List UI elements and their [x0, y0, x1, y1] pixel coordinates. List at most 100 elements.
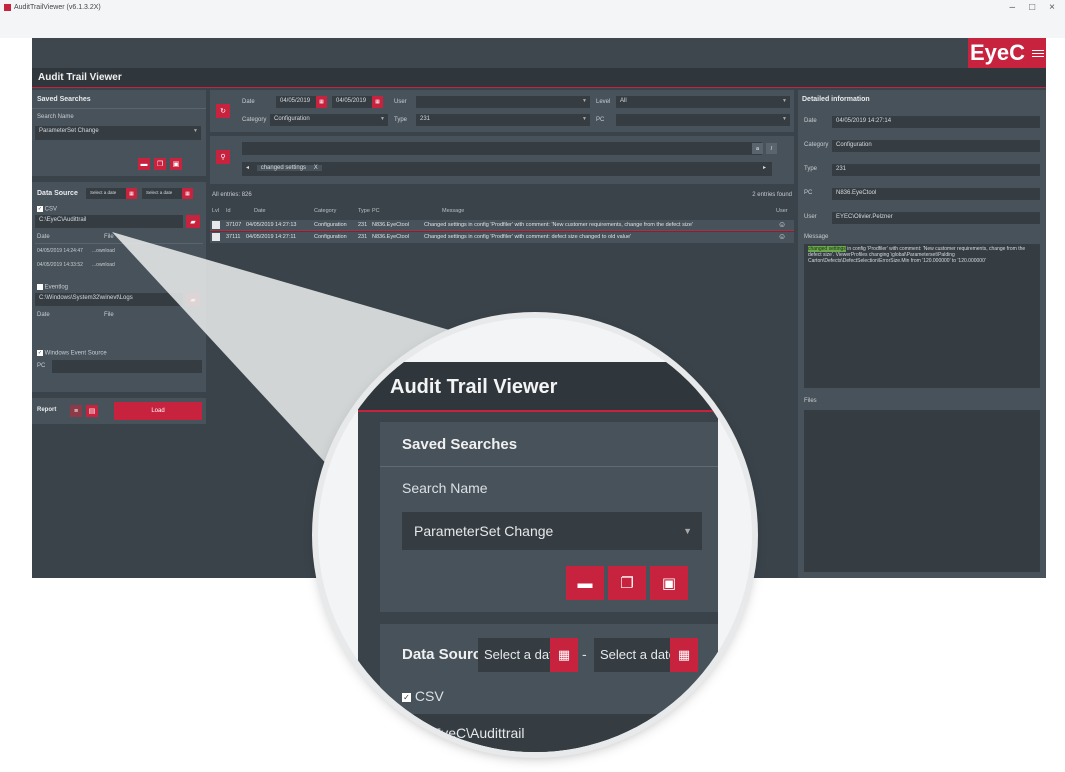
pc-select[interactable]: ▼ [616, 114, 790, 126]
date-to-input[interactable]: Select a date [142, 188, 182, 199]
copy-icon: ❐ [156, 161, 164, 168]
date-to-calendar-button[interactable]: ▦ [372, 96, 383, 108]
column-id[interactable]: Id [226, 208, 231, 214]
list-icon: ≡ [73, 407, 79, 415]
row-date: 04/05/2019 14:27:11 [246, 234, 297, 240]
app-icon [4, 4, 11, 11]
zoomed-date-from-input[interactable]: Select a date ▦ [478, 638, 578, 672]
refresh-button[interactable]: ↻ [216, 104, 230, 118]
chevron-down-icon: ▼ [782, 116, 787, 122]
eventlog-path-field[interactable]: C:\Windows\System32\winevt\Logs [35, 293, 183, 306]
chevron-down-icon: ▼ [582, 98, 587, 104]
row-id: 37107 [226, 222, 242, 228]
calendar-icon[interactable]: ▦ [670, 638, 698, 672]
csv-folder-button[interactable]: ▰ [186, 215, 200, 228]
date-to-filter[interactable]: 04/05/2019 [332, 96, 372, 108]
csv-path-field[interactable]: C:\EyeC\Audittrail [35, 215, 183, 228]
chevron-left-icon[interactable]: ◂ [246, 165, 249, 171]
trash-icon: ▬ [140, 160, 148, 168]
regex-toggle[interactable]: / [766, 143, 777, 154]
search-icon: ⚲ [220, 154, 226, 161]
pc-filter-label: PC [596, 117, 605, 123]
zoomed-date-to-input[interactable]: Select a date ▦ [594, 638, 698, 672]
save-icon: ▣ [172, 161, 180, 168]
date-from-calendar-button[interactable]: ▦ [126, 188, 137, 199]
zoomed-delete-button[interactable]: ▬ [566, 566, 604, 600]
date-range-dash: - [582, 646, 587, 662]
close-icon[interactable]: X [314, 165, 318, 171]
zoomed-save-button[interactable]: ▣ [650, 566, 688, 600]
csv-column-date: Date [37, 234, 50, 240]
date-from-calendar-button[interactable]: ▦ [316, 96, 327, 108]
category-select[interactable]: Configuration ▼ [270, 114, 388, 126]
eyec-logo[interactable]: EyeC [968, 38, 1046, 68]
date-to-calendar-button[interactable]: ▦ [182, 188, 193, 199]
report-list-button[interactable]: ≡ [70, 405, 82, 417]
zoomed-search-name-select[interactable]: ParameterSet Change ▼ [402, 512, 702, 550]
copy-icon: ❐ [620, 575, 634, 592]
zoomed-data-source-header: Data Source [402, 646, 490, 663]
zoomed-csv-checkbox[interactable]: ✓ CSV [402, 688, 444, 704]
detail-message-box: changed settings in config 'Prodfiler' w… [804, 244, 1040, 388]
grid-header: Lvl Id Date Category Type PC Message Use… [210, 206, 794, 217]
level-select[interactable]: All ▼ [616, 96, 790, 108]
search-chip[interactable]: changed settings X [256, 165, 322, 171]
report-pdf-button[interactable]: ▤ [86, 405, 98, 417]
windows-event-source-checkbox[interactable]: ✓ Windows Event Source [37, 350, 107, 357]
csv-file-row-date[interactable]: 04/05/2019 14:33:52 [37, 262, 83, 268]
zoomed-csv-path[interactable]: C:\EyeC\Audittrail [402, 714, 712, 752]
maximize-button[interactable]: □ [1029, 2, 1035, 13]
calendar-icon: ▦ [375, 99, 380, 105]
column-user[interactable]: User [776, 208, 788, 214]
zoomed-search-name-value: ParameterSet Change [414, 523, 554, 539]
minimize-button[interactable]: – [1010, 2, 1016, 13]
date-from-filter[interactable]: 04/05/2019 [276, 96, 316, 108]
eventlog-checkbox[interactable]: Eventlog [37, 284, 68, 291]
column-type[interactable]: Type [358, 208, 370, 214]
window-titlebar: AuditTrailViewer (v6.1.3.2X) – □ × [0, 0, 1065, 38]
data-source-panel: Data Source Select a date ▦ Select a dat… [32, 182, 206, 392]
detail-message-label: Message [804, 234, 829, 240]
chevron-right-icon[interactable]: ▸ [763, 164, 766, 171]
search-name-select[interactable]: ParameterSet Change ▼ [35, 126, 201, 140]
user-select[interactable]: ▼ [416, 96, 590, 108]
close-button[interactable]: × [1049, 2, 1055, 13]
column-pc[interactable]: PC [372, 208, 380, 214]
eventlog-column-date: Date [37, 312, 50, 318]
save-search-button[interactable]: ▣ [170, 158, 182, 170]
load-button[interactable]: Load [114, 402, 202, 420]
column-lvl[interactable]: Lvl [212, 208, 219, 214]
delete-search-button[interactable]: ▬ [138, 158, 150, 170]
case-sensitive-toggle[interactable]: a [752, 143, 763, 154]
table-row[interactable]: 37111 04/05/2019 14:27:11 Configuration … [210, 232, 794, 243]
chevron-down-icon: ▼ [380, 116, 385, 122]
csv-file-row-name[interactable]: ...ownload [92, 262, 115, 268]
date-from-input[interactable]: Select a date [86, 188, 126, 199]
search-chip-bar: ◂ changed settings X ▸ [242, 162, 772, 176]
hamburger-icon[interactable] [1032, 49, 1045, 57]
table-row[interactable]: 37107 04/05/2019 14:27:13 Configuration … [210, 220, 794, 231]
row-type: 231 [358, 234, 368, 240]
chevron-down-icon: ▼ [193, 128, 198, 134]
logo-text: EyeC [969, 40, 1026, 65]
search-input[interactable] [242, 142, 762, 155]
type-select[interactable]: 231 ▼ [416, 114, 590, 126]
calendar-icon[interactable]: ▦ [550, 638, 578, 672]
filter-panel: ↻ Date 04/05/2019 ▦ 04/05/2019 ▦ User ▼ … [210, 90, 794, 132]
csv-file-row-name[interactable]: ...ownload [92, 248, 115, 254]
zoomed-copy-button[interactable]: ❐ [608, 566, 646, 600]
eventlog-folder-button[interactable]: ▰ [186, 293, 200, 306]
csv-file-row-date[interactable]: 04/05/2019 14:24:47 [37, 248, 83, 254]
search-button[interactable]: ⚲ [216, 150, 230, 164]
column-date[interactable]: Date [254, 208, 266, 214]
found-count: 2 [752, 192, 756, 198]
copy-search-button[interactable]: ❐ [154, 158, 166, 170]
all-entries: All entries: 826 [212, 192, 252, 198]
pc-input[interactable] [52, 360, 202, 373]
user-label: User [394, 99, 407, 105]
column-category[interactable]: Category [314, 208, 336, 214]
column-message[interactable]: Message [442, 208, 464, 214]
found-label: entries found [757, 192, 792, 198]
folder-icon: ▰ [190, 296, 196, 304]
csv-checkbox[interactable]: ✓ CSV [37, 206, 57, 213]
